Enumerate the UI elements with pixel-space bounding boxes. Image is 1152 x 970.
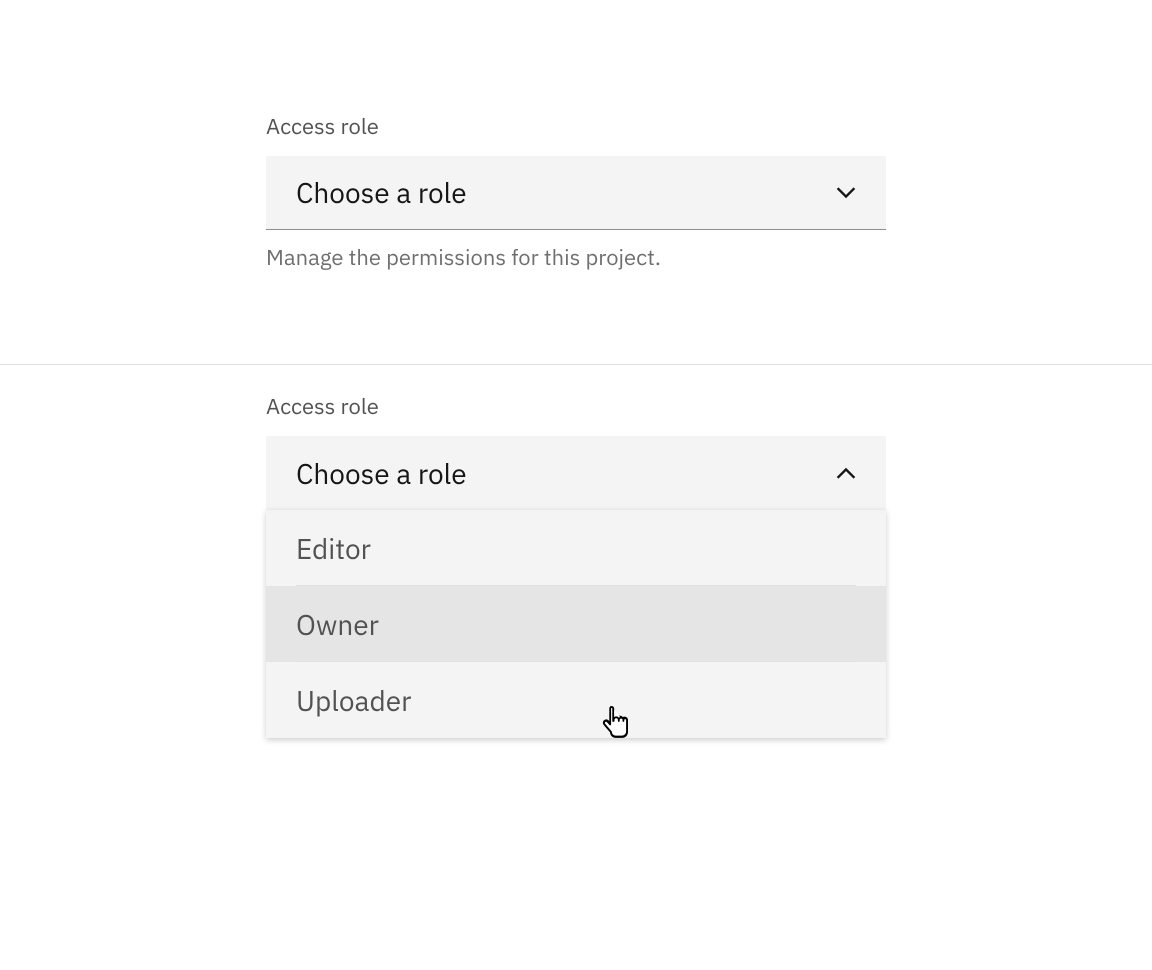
dropdown-label: Access role <box>266 112 886 141</box>
dropdown-container: Access role Choose a role Editor Owner U… <box>266 392 886 738</box>
dropdown-field[interactable]: Choose a role <box>266 436 886 510</box>
chevron-up-icon <box>836 467 856 479</box>
option-label: Uploader <box>296 682 411 719</box>
option-label: Owner <box>296 606 379 643</box>
dropdown-menu: Editor Owner Uploader <box>266 510 886 738</box>
option-label: Editor <box>296 530 371 567</box>
dropdown-closed-example: Access role Choose a role Manage the per… <box>0 0 1152 272</box>
dropdown-option-editor[interactable]: Editor <box>266 510 886 586</box>
dropdown-placeholder: Choose a role <box>296 174 467 211</box>
dropdown-option-owner[interactable]: Owner <box>266 586 886 662</box>
dropdown-option-uploader[interactable]: Uploader <box>266 662 886 738</box>
dropdown-placeholder: Choose a role <box>296 455 467 492</box>
dropdown-helper-text: Manage the permissions for this project. <box>266 243 886 272</box>
dropdown-container: Access role Choose a role Manage the per… <box>266 112 886 272</box>
dropdown-open-example: Access role Choose a role Editor Owner U… <box>0 272 1152 738</box>
dropdown-label: Access role <box>266 392 886 421</box>
dropdown-field[interactable]: Choose a role <box>266 156 886 230</box>
chevron-down-icon <box>836 187 856 199</box>
